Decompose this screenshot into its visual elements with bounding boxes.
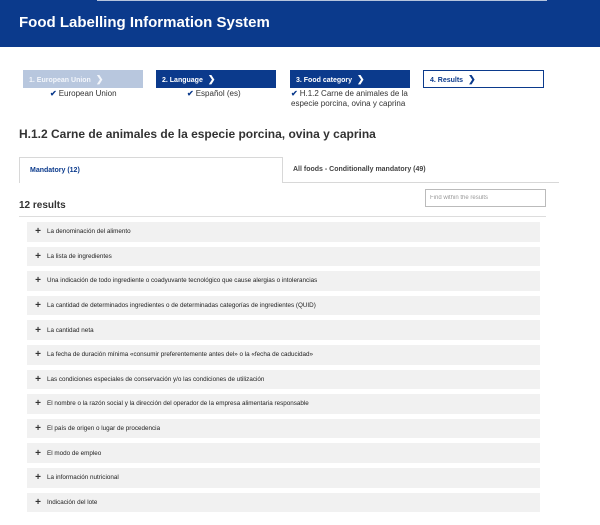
chevron-right-icon: ❯ — [468, 74, 476, 84]
list-item[interactable]: + Las condiciones especiales de conservac… — [27, 369, 540, 390]
divider — [19, 216, 546, 217]
step-european-union[interactable]: 1. European Union ❯ — [23, 70, 143, 88]
plus-icon: + — [35, 349, 41, 361]
step-label: 4. Results — [430, 77, 464, 84]
list-item[interactable]: + Indicación del lote — [27, 492, 540, 513]
plus-icon: + — [35, 423, 41, 435]
step-value-european-union: ✔ European Union — [50, 89, 117, 98]
chevron-right-icon: ❯ — [357, 74, 365, 84]
list-item[interactable]: + La cantidad neta — [27, 320, 540, 340]
list-item[interactable]: + La fecha de duración mínima «consumir p… — [27, 344, 540, 365]
tab-mandatory[interactable]: Mandatory (12) — [19, 157, 283, 183]
plus-icon: + — [35, 226, 41, 238]
list-item[interactable]: + Una indicación de todo ingrediente o co… — [27, 271, 540, 291]
list-item[interactable]: + La denominación del alimento — [27, 222, 540, 242]
list-item[interactable]: + La lista de ingredientes — [27, 246, 540, 267]
plus-icon: + — [35, 300, 41, 312]
wizard-steps: 1. European Union ❯ ✔ European Union 2. La… — [0, 70, 600, 115]
chevron-right-icon: ❯ — [207, 74, 216, 84]
plus-icon: + — [35, 324, 41, 336]
list-item[interactable]: + La información nutricional — [27, 467, 540, 488]
check-icon: ✔ — [291, 89, 298, 98]
plus-icon: + — [35, 373, 41, 385]
check-icon: ✔ — [50, 89, 57, 98]
app-header: Food Labelling Information System — [0, 0, 600, 47]
results-list: + La denominación del alimento + La lista … — [27, 222, 540, 517]
step-value-language: ✔ Español (es) — [187, 89, 241, 98]
step-label: 2. Language — [162, 77, 203, 84]
chevron-right-icon: ❯ — [95, 74, 104, 84]
step-label: 3. Food category — [296, 77, 353, 84]
step-results[interactable]: 4. Results ❯ — [423, 70, 544, 88]
step-label: 1. European Union — [29, 77, 91, 84]
plus-icon: + — [35, 398, 41, 410]
plus-icon: + — [35, 275, 41, 287]
check-icon: ✔ — [187, 89, 194, 98]
page-title: H.1.2 Carne de animales de la especie po… — [19, 127, 376, 141]
plus-icon: + — [35, 250, 41, 262]
plus-icon: + — [35, 447, 41, 459]
plus-icon: + — [35, 472, 41, 484]
list-item[interactable]: + El nombre o la razón social y la direcc… — [27, 394, 540, 414]
list-item[interactable]: + La cantidad de determinados ingrediente… — [27, 295, 540, 316]
step-language[interactable]: 2. Language ❯ — [156, 70, 276, 88]
tab-conditionally-mandatory[interactable]: All foods - Conditionally mandatory (49) — [283, 157, 559, 183]
list-item[interactable]: + El país de origen o lugar de procedenci… — [27, 418, 540, 439]
results-count: 12 results — [19, 200, 66, 211]
results-tabs: Mandatory (12) All foods - Conditionally… — [19, 157, 559, 183]
header-divider — [97, 0, 547, 1]
search-input[interactable] — [425, 189, 546, 207]
plus-icon: + — [35, 496, 41, 508]
step-food-category[interactable]: 3. Food category ❯ — [290, 70, 410, 88]
list-item[interactable]: + El modo de empleo — [27, 443, 540, 463]
app-title: Food Labelling Information System — [19, 14, 270, 31]
step-value-food-category: ✔ H.1.2 Carne de animales de la especie p… — [291, 89, 408, 108]
